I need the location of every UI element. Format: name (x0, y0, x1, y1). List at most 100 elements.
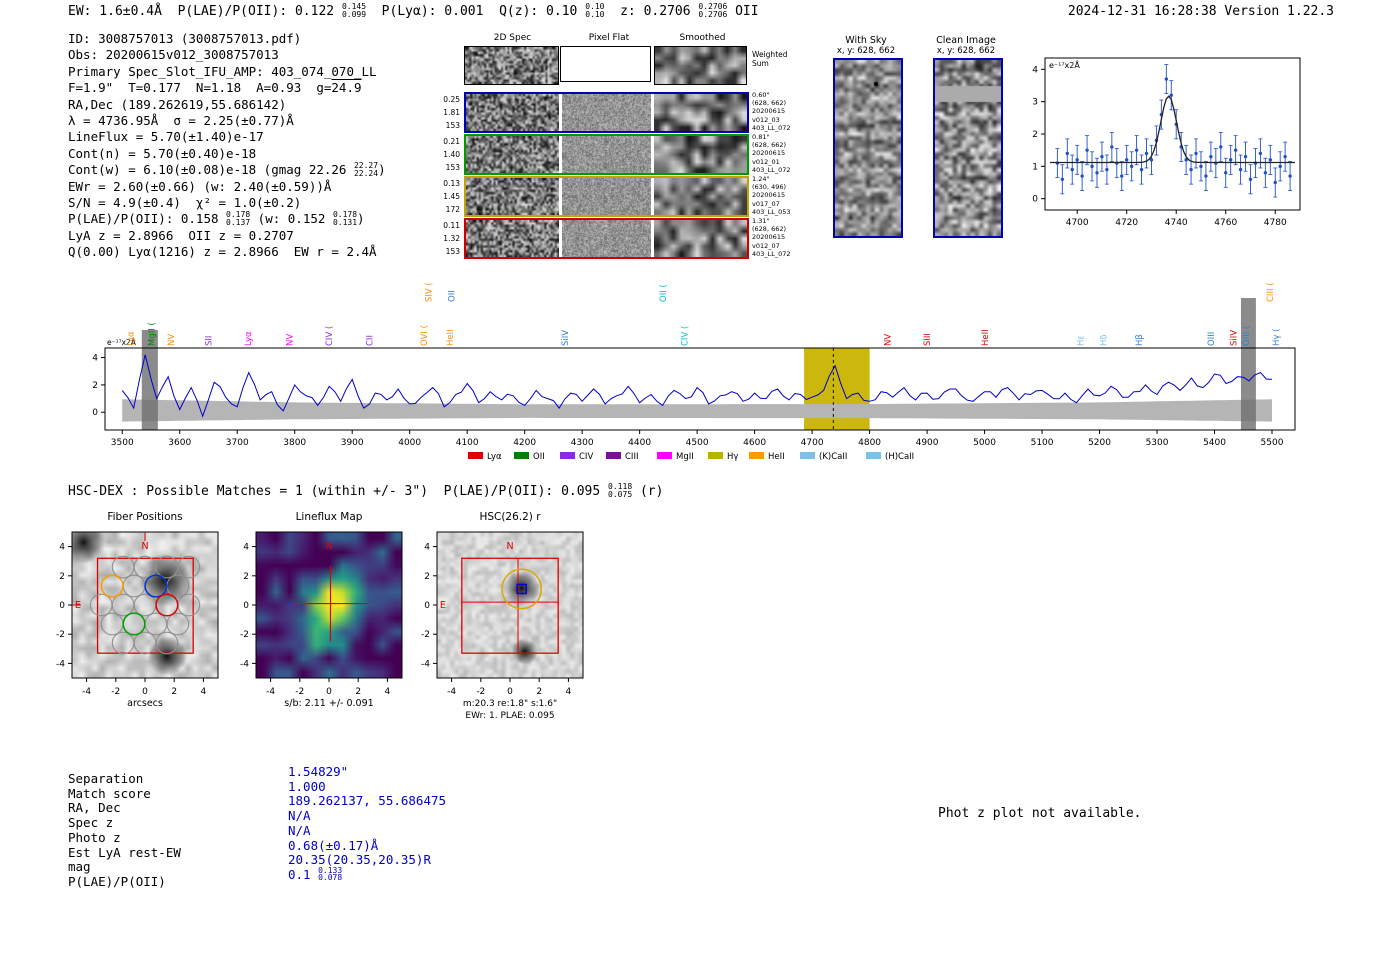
svg-text:4740: 4740 (1165, 218, 1188, 228)
stacked-uncertainty: 0.10 0.10 (585, 2, 605, 19)
svg-text:Lyα: Lyα (127, 331, 137, 346)
match-values: 1.54829" 1.000 189.262137, 55.686475 N/A N/A… (288, 764, 447, 883)
spectrum-plot: 3500 3600 3700 3800 3900 4000 4100 4200 4300 4400… (92, 282, 1296, 462)
svg-text:4100: 4100 (456, 438, 479, 448)
fiber-row-weights: 0.13 1.45 172 (443, 179, 460, 214)
svg-text:4700: 4700 (801, 438, 824, 448)
fiber-2dspec-cutout (466, 220, 559, 257)
svg-text:NV: NV (285, 334, 295, 346)
svg-text:HSC(26.2) r: HSC(26.2) r (479, 511, 541, 523)
svg-text:3500: 3500 (111, 438, 134, 448)
svg-text:2: 2 (171, 687, 177, 697)
svg-text:HeII: HeII (768, 452, 785, 462)
report-timestamp: 2024-12-31 16:28:38 Version 1.22.3 (1067, 4, 1334, 19)
svg-text:3900: 3900 (341, 438, 364, 448)
svg-text:-4: -4 (56, 659, 65, 669)
svg-text:SiIV: SiIV (561, 330, 571, 346)
fiber-row-weights: 0.25 1.81 153 (443, 95, 460, 130)
svg-text:-2: -2 (295, 687, 304, 697)
withsky-canvas (833, 58, 903, 238)
svg-text:5100: 5100 (1031, 438, 1054, 448)
svg-text:SIII: SIII (923, 333, 933, 346)
svg-text:-2: -2 (240, 630, 249, 640)
svg-text:MgII: MgII (676, 452, 694, 462)
svg-text:NV: NV (883, 334, 893, 346)
svg-text:4700: 4700 (1066, 218, 1089, 228)
svg-text:2: 2 (92, 381, 98, 391)
fiber-row-meta: 0.60" (628, 662) 20200615 v012_03 403_LL_072 (752, 91, 791, 132)
svg-text:0: 0 (326, 687, 332, 697)
svg-text:CIII: CIII (625, 452, 638, 462)
svg-text:m:20.3 re:1.8" s:1.6": m:20.3 re:1.8" s:1.6" (463, 699, 557, 709)
svg-text:OVI (: OVI ( (420, 325, 430, 346)
fiber-smoothed-cutout (654, 136, 747, 173)
svg-text:4200: 4200 (513, 438, 536, 448)
svg-text:5500: 5500 (1261, 438, 1284, 448)
svg-text:OII: OII (448, 290, 458, 302)
svg-text:3600: 3600 (168, 438, 191, 448)
svg-text:0: 0 (1032, 195, 1038, 205)
svg-text:CIV (: CIV ( (680, 326, 690, 346)
svg-text:4: 4 (1032, 65, 1038, 75)
svg-text:EWr: 1. PLAE: 0.095: EWr: 1. PLAE: 0.095 (465, 711, 554, 721)
svg-text:-4: -4 (447, 687, 456, 697)
fiber-smoothed-cutout (654, 94, 747, 131)
stacked-uncertainty: 0.133 0.078 (318, 865, 343, 883)
spec2d-fiber-row (464, 92, 749, 133)
svg-text:4900: 4900 (916, 438, 939, 448)
svg-text:3700: 3700 (226, 438, 249, 448)
svg-text:2: 2 (355, 687, 361, 697)
spec2d-fiber-row (464, 176, 749, 217)
stacked-uncertainty: 0.118 0.075 (608, 482, 633, 499)
svg-text:4720: 4720 (1115, 218, 1138, 228)
match-labels: Separation Match score RA, Dec Spec z Photo … (68, 771, 181, 889)
svg-text:Hδ: Hδ (1099, 334, 1109, 346)
svg-text:s/b: 2.11 +/- 0.091: s/b: 2.11 +/- 0.091 (284, 698, 373, 709)
svg-text:Lyα: Lyα (487, 452, 502, 462)
svg-text:3: 3 (1032, 98, 1038, 108)
svg-text:2: 2 (59, 572, 65, 582)
svg-text:0: 0 (424, 601, 430, 611)
svg-text:e⁻¹⁷x2Å: e⁻¹⁷x2Å (1049, 59, 1080, 70)
svg-text:5200: 5200 (1088, 438, 1111, 448)
svg-text:4400: 4400 (628, 438, 651, 448)
fiber-smoothed-cutout (654, 178, 747, 215)
hscdex-line: HSC-DEX : Possible Matches = 1 (within +… (68, 482, 664, 499)
svg-text:Lineflux Map: Lineflux Map (296, 511, 363, 523)
fiber-pixelflat-cutout (562, 178, 651, 215)
spec2d-weighted-row (464, 44, 749, 85)
spec2d-fiber-row (464, 134, 749, 175)
svg-text:4780: 4780 (1264, 218, 1287, 228)
spec2d-fiber-row (464, 218, 749, 259)
clean-coords: x, y: 628, 662 (936, 46, 996, 56)
fiber-row-meta: 1.24" (630, 496) 20200615 v017_07 403_LL_053 (752, 175, 791, 216)
weighted-sum-label: Weighted Sum (752, 50, 788, 68)
svg-text:OIII (: OIII ( (1242, 326, 1252, 346)
stacked-uncertainty: 0.178 0.137 (226, 210, 251, 227)
svg-text:2: 2 (1032, 130, 1038, 140)
svg-text:(K)CaII: (K)CaII (819, 452, 847, 462)
fiber-2dspec-cutout (466, 136, 559, 173)
svg-text:4: 4 (385, 687, 391, 697)
svg-text:Hβ: Hβ (1135, 334, 1145, 346)
svg-text:2: 2 (536, 687, 542, 697)
svg-text:-2: -2 (56, 630, 65, 640)
svg-text:4: 4 (59, 543, 65, 553)
svg-text:0: 0 (243, 601, 249, 611)
svg-text:arcsecs: arcsecs (127, 698, 163, 709)
info-block: ID: 3008757013 (3008757013.pdf) Obs: 2020… (68, 31, 386, 260)
svg-text:0: 0 (142, 687, 148, 697)
svg-text:OIII: OIII (1207, 332, 1217, 346)
svg-text:5000: 5000 (973, 438, 996, 448)
svg-text:-2: -2 (421, 630, 430, 640)
svg-text:-4: -4 (82, 687, 91, 697)
fiber-pixelflat-cutout (562, 94, 651, 131)
svg-text:Fiber Positions: Fiber Positions (107, 511, 182, 523)
svg-text:4: 4 (201, 687, 207, 697)
hsc-plot: HSC(26.2) r -4 -4 -2 -2 0 0 2 2 4 4 m:20.3 re:1.8" … (421, 511, 584, 721)
svg-text:4500: 4500 (686, 438, 709, 448)
svg-text:4: 4 (243, 543, 249, 553)
svg-text:2: 2 (243, 572, 249, 582)
fiber-row-meta: 1.31" (628, 662) 20200615 v012_07 403_LL_072 (752, 217, 791, 258)
svg-text:N: N (506, 541, 513, 552)
